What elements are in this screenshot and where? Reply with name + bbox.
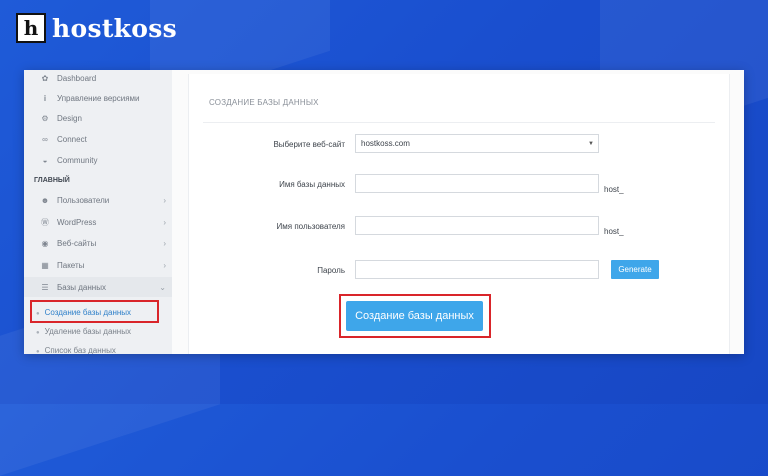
sidebar-subitem-delete-database[interactable]: ● Удаление базы данных bbox=[36, 327, 131, 336]
info-icon: i bbox=[43, 93, 47, 103]
sidebar-item-label: Базы данных bbox=[57, 282, 106, 292]
sidebar-item-label: Dashboard bbox=[57, 73, 97, 83]
link-icon: ∞ bbox=[42, 134, 48, 144]
sidebar-subitem-label: Удаление базы данных bbox=[44, 327, 131, 336]
chevron-right-icon: › bbox=[163, 195, 166, 205]
logo-letter: h bbox=[23, 16, 39, 40]
sidebar-item-dashboard[interactable]: ✿ Dashboard bbox=[40, 71, 97, 85]
caret-down-icon: ▼ bbox=[588, 141, 594, 147]
chevron-right-icon: › bbox=[163, 260, 166, 270]
dbname-input[interactable] bbox=[355, 174, 599, 193]
wordpress-icon: Ⓦ bbox=[41, 217, 49, 227]
sidebar-item-label: Управление версиями bbox=[57, 93, 140, 103]
chevron-right-icon: › bbox=[163, 217, 166, 227]
cubes-icon: ▦ bbox=[41, 260, 49, 270]
dbname-label: Имя базы данных bbox=[279, 180, 345, 189]
sidebar-item-label: Community bbox=[57, 155, 98, 165]
sidebar-item-version-control[interactable]: i Управление версиями bbox=[40, 91, 140, 105]
globe-icon: ◉ bbox=[41, 238, 49, 248]
sidebar-subitem-list-databases[interactable]: ● Список баз данных bbox=[36, 346, 116, 354]
brand-logo: h hostkoss bbox=[16, 13, 177, 43]
page-title: СОЗДАНИЕ БАЗЫ ДАННЫХ bbox=[209, 98, 319, 107]
sidebar-item-databases[interactable]: ☰ Базы данных ⌄ bbox=[40, 280, 166, 294]
users-icon: ☻ bbox=[40, 195, 50, 205]
username-input[interactable] bbox=[355, 216, 599, 235]
bullet-icon: ● bbox=[36, 349, 40, 354]
chevron-down-icon: ⌄ bbox=[159, 282, 166, 292]
form-panel: СОЗДАНИЕ БАЗЫ ДАННЫХ Выберите веб-сайт h… bbox=[188, 74, 730, 354]
sidebar-item-packages[interactable]: ▦ Пакеты › bbox=[40, 258, 166, 272]
website-label: Выберите веб-сайт bbox=[273, 140, 345, 149]
sidebar-item-label: Пользователи bbox=[57, 195, 110, 205]
highlight-box bbox=[30, 300, 159, 323]
sidebar-item-wordpress[interactable]: Ⓦ WordPress › bbox=[40, 215, 166, 229]
sidebar-item-connect[interactable]: ∞ Connect bbox=[40, 132, 87, 146]
chevron-right-icon: › bbox=[163, 238, 166, 248]
logo-text: hostkoss bbox=[52, 13, 178, 43]
sidebar-item-community[interactable]: ◒ Community bbox=[40, 153, 98, 167]
sidebar-item-label: Design bbox=[57, 113, 82, 123]
website-select[interactable]: hostkoss.com ▼ bbox=[355, 134, 599, 153]
bullet-icon: ● bbox=[36, 330, 40, 336]
password-input[interactable] bbox=[355, 260, 599, 279]
sidebar-item-design[interactable]: ⚙ Design bbox=[40, 111, 82, 125]
logo-mark: h bbox=[16, 13, 46, 43]
highlight-box bbox=[339, 294, 491, 338]
sidebar-subitem-label: Список баз данных bbox=[44, 346, 116, 354]
generate-button[interactable]: Generate bbox=[611, 260, 659, 279]
username-label: Имя пользователя bbox=[276, 222, 345, 231]
sidebar-item-label: Веб-сайты bbox=[57, 238, 97, 248]
dbname-suffix: host_ bbox=[604, 185, 624, 194]
sidebar-item-label: Пакеты bbox=[57, 260, 85, 270]
gear-icon: ⚙ bbox=[41, 113, 49, 123]
username-suffix: host_ bbox=[604, 227, 624, 236]
sidebar-item-label: Connect bbox=[57, 134, 87, 144]
divider bbox=[203, 122, 715, 123]
sidebar-item-label: WordPress bbox=[57, 217, 97, 227]
database-icon: ☰ bbox=[41, 282, 49, 292]
palette-icon: ✿ bbox=[41, 73, 49, 83]
chat-icon: ◒ bbox=[42, 155, 48, 165]
sidebar: ✿ Dashboard i Управление версиями ⚙ Desi… bbox=[24, 70, 173, 354]
main-content: СОЗДАНИЕ БАЗЫ ДАННЫХ Выберите веб-сайт h… bbox=[172, 70, 744, 354]
sidebar-item-users[interactable]: ☻ Пользователи › bbox=[40, 193, 166, 207]
sidebar-section-title: ГЛАВНЫЙ bbox=[34, 177, 70, 184]
website-select-value: hostkoss.com bbox=[361, 139, 410, 148]
sidebar-item-websites[interactable]: ◉ Веб-сайты › bbox=[40, 236, 167, 250]
password-label: Пароль bbox=[317, 266, 345, 275]
app-window: ✿ Dashboard i Управление версиями ⚙ Desi… bbox=[24, 70, 744, 354]
